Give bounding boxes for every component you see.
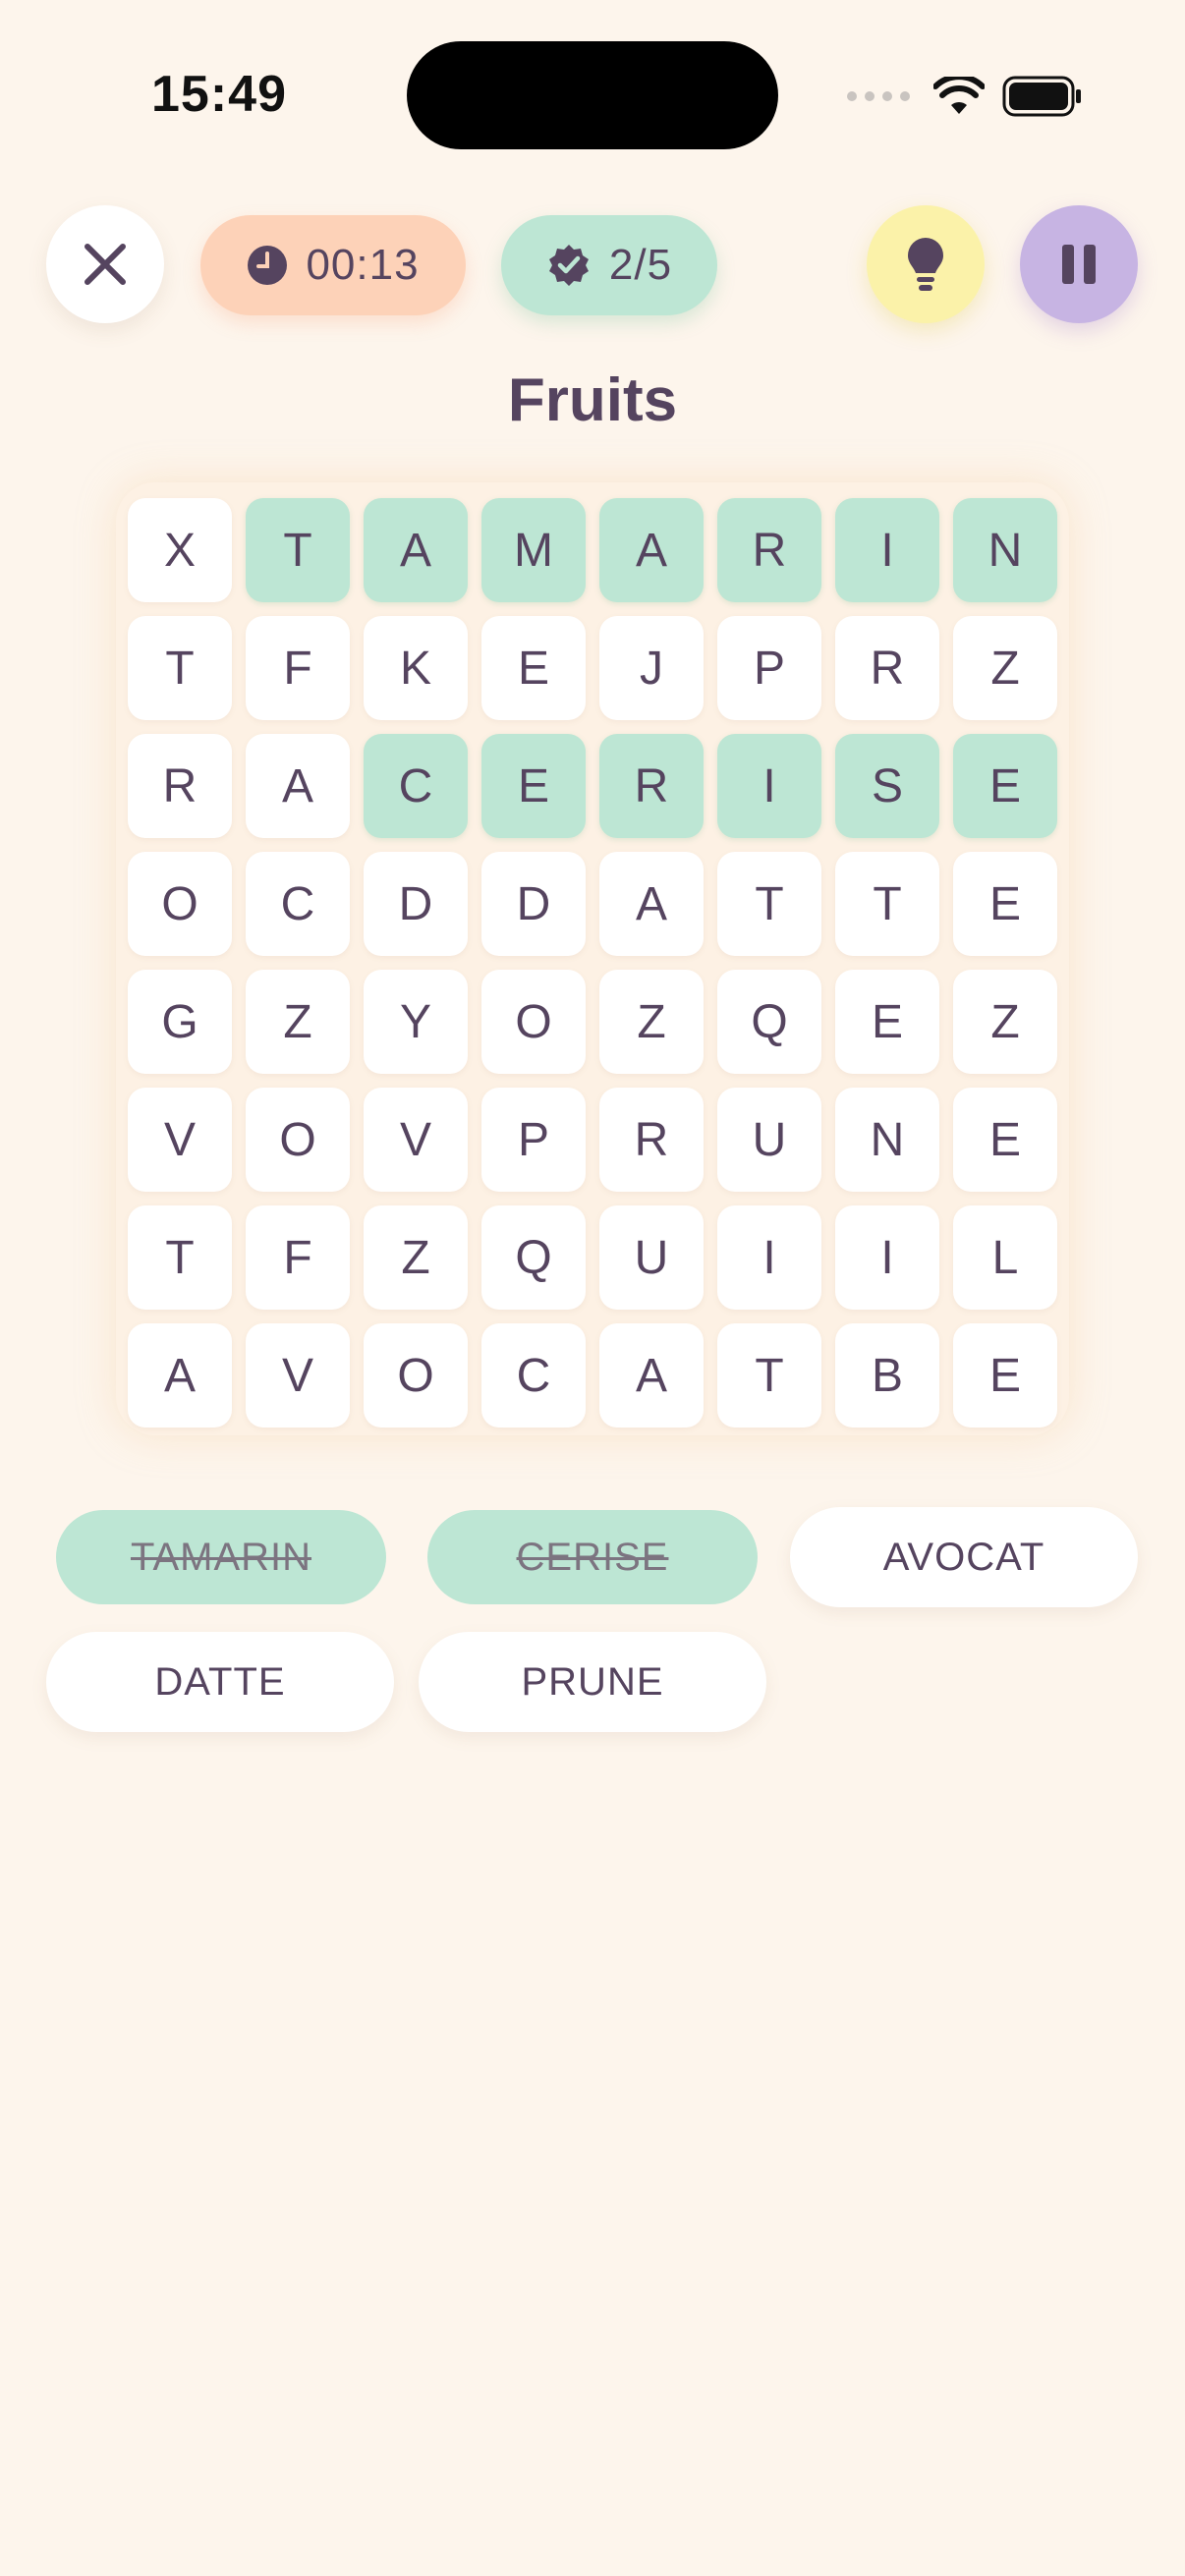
dynamic-island	[407, 41, 778, 149]
grid-cell[interactable]: S	[835, 734, 939, 838]
grid-cell[interactable]: K	[364, 616, 468, 720]
grid-cell[interactable]: F	[246, 1205, 350, 1310]
pause-icon	[1062, 245, 1096, 284]
grid-cell[interactable]: E	[481, 616, 586, 720]
lightbulb-icon	[908, 238, 943, 291]
grid-cell[interactable]: O	[364, 1323, 468, 1428]
grid-cell[interactable]: O	[481, 970, 586, 1074]
grid-cell[interactable]: R	[717, 498, 821, 602]
battery-icon	[1002, 76, 1081, 117]
progress-value: 2/5	[608, 241, 673, 289]
grid-cell[interactable]: Z	[599, 970, 704, 1074]
grid-cell[interactable]: X	[128, 498, 232, 602]
grid-cell[interactable]: T	[246, 498, 350, 602]
grid-cell[interactable]: A	[599, 498, 704, 602]
grid-cell[interactable]: U	[717, 1088, 821, 1192]
grid-cell[interactable]: C	[246, 852, 350, 956]
grid-cell[interactable]: N	[953, 498, 1057, 602]
status-icons	[847, 71, 1083, 122]
grid-cell[interactable]: U	[599, 1205, 704, 1310]
close-icon	[85, 244, 126, 285]
grid-cell[interactable]: N	[835, 1088, 939, 1192]
grid-cell[interactable]: A	[128, 1323, 232, 1428]
grid-cell[interactable]: E	[953, 852, 1057, 956]
grid-cell[interactable]: E	[481, 734, 586, 838]
grid-cell[interactable]: T	[717, 1323, 821, 1428]
pause-button[interactable]	[1020, 205, 1138, 323]
status-time: 15:49	[151, 66, 287, 123]
grid-cell[interactable]: R	[599, 1088, 704, 1192]
word-chip-tamarin: TAMARIN	[56, 1510, 386, 1604]
word-chip-datte: DATTE	[46, 1632, 394, 1732]
grid-cell[interactable]: M	[481, 498, 586, 602]
grid-cell[interactable]: E	[953, 1088, 1057, 1192]
grid-cell[interactable]: D	[481, 852, 586, 956]
grid-cell[interactable]: Y	[364, 970, 468, 1074]
grid-cell[interactable]: Z	[953, 970, 1057, 1074]
timer-value: 00:13	[306, 241, 420, 289]
grid-cell[interactable]: B	[835, 1323, 939, 1428]
progress-pill: 2/5	[501, 215, 717, 315]
grid-cell[interactable]: A	[364, 498, 468, 602]
grid-cell[interactable]: R	[128, 734, 232, 838]
grid-cell[interactable]: E	[953, 1323, 1057, 1428]
grid-cell[interactable]: P	[481, 1088, 586, 1192]
grid-cell[interactable]: R	[599, 734, 704, 838]
grid-cell[interactable]: Z	[953, 616, 1057, 720]
grid-cell[interactable]: Q	[717, 970, 821, 1074]
grid-cell[interactable]: V	[364, 1088, 468, 1192]
letter-grid[interactable]: XTAMARINTFKEJPRZRACERISEOCDDATTEGZYOZQEZ…	[128, 498, 1057, 1428]
grid-cell[interactable]: T	[835, 852, 939, 956]
timer-pill: 00:13	[200, 215, 466, 315]
grid-cell[interactable]: O	[246, 1088, 350, 1192]
word-chip-cerise: CERISE	[427, 1510, 758, 1604]
grid-cell[interactable]: A	[599, 1323, 704, 1428]
grid-cell[interactable]: L	[953, 1205, 1057, 1310]
grid-cell[interactable]: T	[128, 616, 232, 720]
puzzle-title: Fruits	[507, 366, 678, 434]
grid-cell[interactable]: A	[246, 734, 350, 838]
grid-cell[interactable]: I	[835, 498, 939, 602]
grid-cell[interactable]: V	[128, 1088, 232, 1192]
grid-cell[interactable]: C	[364, 734, 468, 838]
word-chip-prune: PRUNE	[419, 1632, 766, 1732]
grid-cell[interactable]: T	[717, 852, 821, 956]
grid-cell[interactable]: E	[953, 734, 1057, 838]
grid-cell[interactable]: O	[128, 852, 232, 956]
grid-cell[interactable]: T	[128, 1205, 232, 1310]
grid-cell[interactable]: G	[128, 970, 232, 1074]
verified-badge-icon	[548, 245, 589, 286]
grid-cell[interactable]: I	[835, 1205, 939, 1310]
grid-cell[interactable]: Q	[481, 1205, 586, 1310]
grid-cell[interactable]: R	[835, 616, 939, 720]
hint-button[interactable]	[867, 205, 985, 323]
close-button[interactable]	[46, 205, 164, 323]
grid-cell[interactable]: C	[481, 1323, 586, 1428]
clock-icon	[248, 246, 288, 285]
grid-cell[interactable]: I	[717, 1205, 821, 1310]
grid-cell[interactable]: Z	[246, 970, 350, 1074]
grid-cell[interactable]: E	[835, 970, 939, 1074]
grid-cell[interactable]: V	[246, 1323, 350, 1428]
grid-cell[interactable]: J	[599, 616, 704, 720]
grid-cell[interactable]: I	[717, 734, 821, 838]
grid-cell[interactable]: Z	[364, 1205, 468, 1310]
grid-cell[interactable]: D	[364, 852, 468, 956]
grid-cell[interactable]: F	[246, 616, 350, 720]
grid-cell[interactable]: A	[599, 852, 704, 956]
grid-cell[interactable]: P	[717, 616, 821, 720]
wifi-icon	[933, 77, 985, 114]
word-chip-avocat: AVOCAT	[790, 1507, 1138, 1607]
cellular-signal-icon	[847, 91, 910, 101]
